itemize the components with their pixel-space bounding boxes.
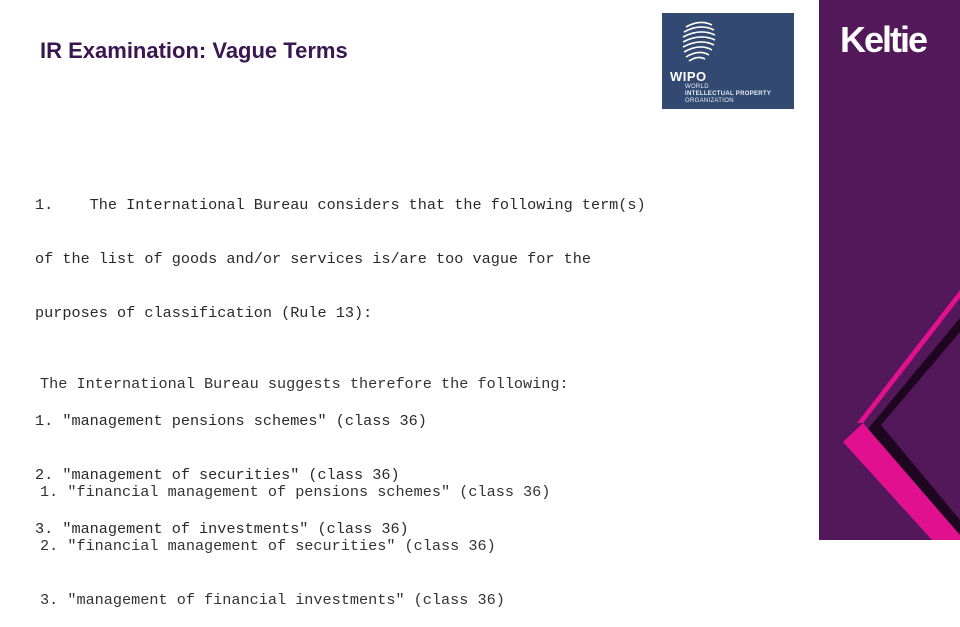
wipo-acronym: WIPO [670,69,707,84]
suggested-term-item: 1. "financial management of pensions sch… [40,483,551,501]
suggested-term-item: 3. "management of financial investments"… [40,591,505,609]
chevron-thick-stripe [843,423,960,540]
chevron-decoration [843,290,960,540]
slide-title: IR Examination: Vague Terms [40,38,348,63]
intro-line: purposes of classification (Rule 13): [35,304,373,322]
suggestions-intro: The International Bureau suggests theref… [40,375,569,393]
intro-line: of the list of goods and/or services is/… [35,250,591,268]
intro-line: 1. The International Bureau considers th… [35,196,646,214]
keltie-logo: Keltie [840,19,928,60]
chevron-thin-stripe [857,290,960,423]
brand-side-panel [819,0,960,540]
wipo-line-org: ORGANIZATION [685,98,734,104]
wipo-logo: WIPO WORLD INTELLECTUAL PROPERTY ORGANIZ… [662,13,794,109]
suggestions-block: The International Bureau suggests theref… [40,339,569,627]
